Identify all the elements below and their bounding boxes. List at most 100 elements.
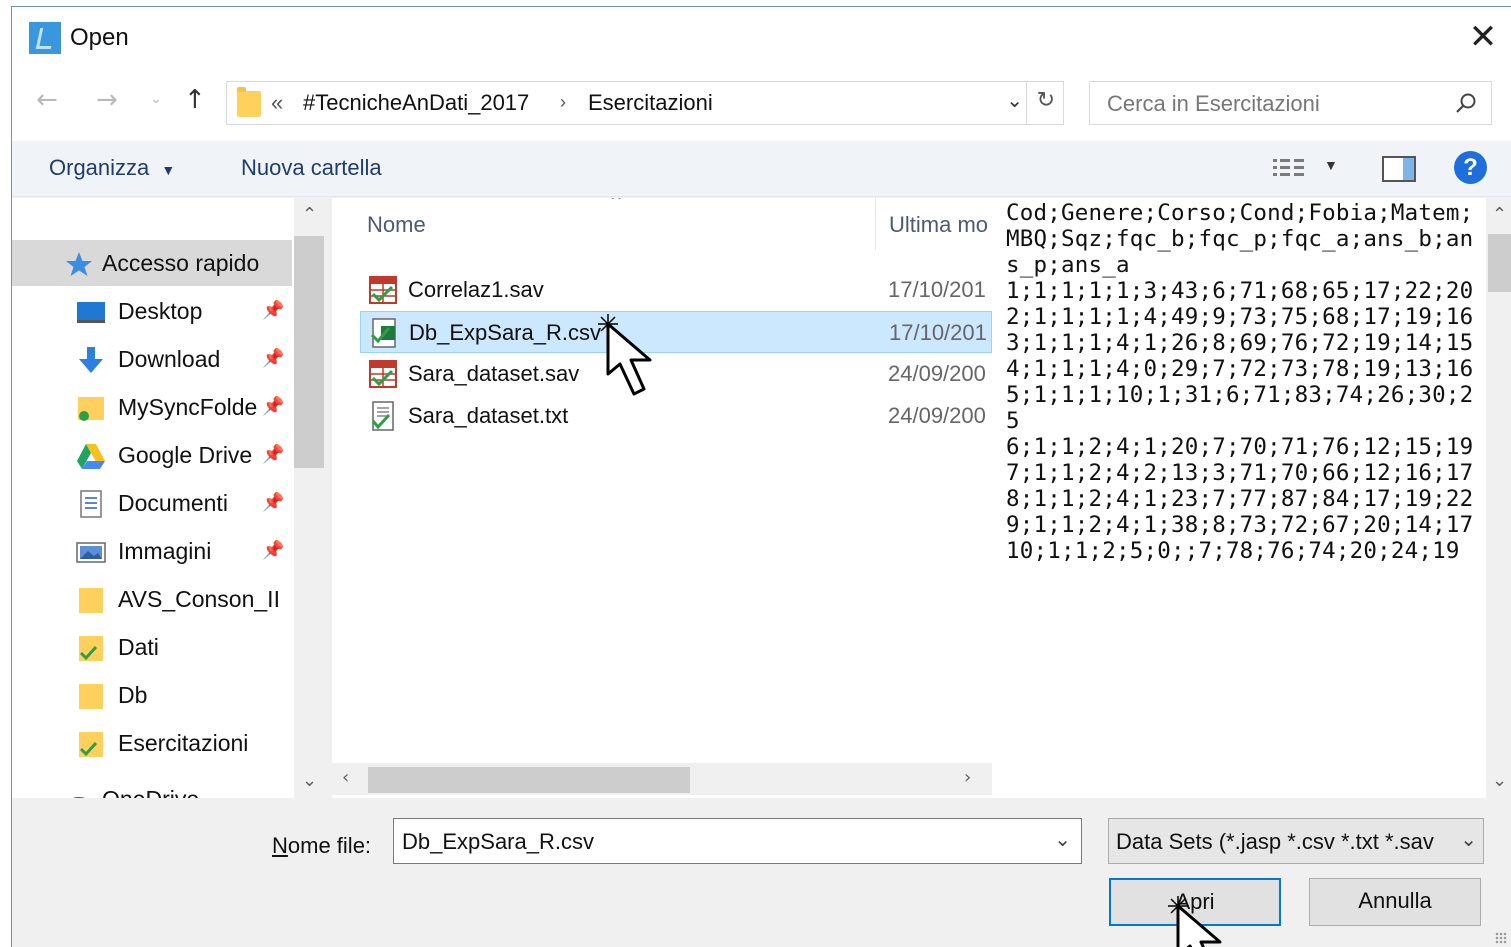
pin-icon[interactable]: 📌 bbox=[262, 444, 284, 465]
scroll-right-arrow-icon[interactable]: › bbox=[964, 767, 971, 788]
scroll-up-arrow-icon[interactable]: ⌃ bbox=[1492, 204, 1507, 225]
file-date: 24/09/200 bbox=[888, 403, 986, 428]
file-row[interactable]: Correlaz1.sav 17/10/201 bbox=[360, 269, 992, 311]
scroll-left-arrow-icon[interactable]: ‹ bbox=[342, 767, 349, 788]
organize-dropdown-icon: ▼ bbox=[161, 162, 176, 178]
sidebar-item-desktop[interactable]: Desktop 📌 bbox=[12, 288, 292, 334]
folder-check-icon bbox=[79, 732, 103, 757]
column-header-name[interactable]: Nome bbox=[367, 212, 426, 238]
folder-icon bbox=[79, 684, 103, 709]
navigation-bar: ← → ⌄ ↑ « #TecnicheAnDati_2017 › Esercit… bbox=[12, 69, 1511, 141]
documents-icon bbox=[80, 490, 102, 518]
preview-text: Cod;Genere;Corso;Cond;Fobia;Matem;MBQ;Sq… bbox=[1006, 200, 1474, 564]
sidebar-item-immagini[interactable]: Immagini 📌 bbox=[12, 528, 292, 574]
google-drive-icon bbox=[77, 444, 105, 469]
pin-icon[interactable]: 📌 bbox=[262, 396, 284, 417]
filename-value: Db_ExpSara_R.csv bbox=[402, 829, 594, 854]
back-arrow-icon[interactable]: ← bbox=[36, 85, 58, 115]
sidebar-item-label: Db bbox=[118, 682, 148, 708]
horizontal-scrollbar[interactable]: ‹ › bbox=[332, 763, 992, 795]
sidebar-item-onedrive[interactable]: OneDrive bbox=[12, 776, 292, 798]
address-bar[interactable]: « #TecnicheAnDati_2017 › Esercitazioni ⌄… bbox=[226, 81, 1064, 125]
organize-button[interactable]: Organizza ▼ bbox=[49, 155, 175, 181]
search-input[interactable]: Cerca in Esercitazioni bbox=[1089, 81, 1492, 125]
organize-label: Organizza bbox=[49, 155, 150, 180]
scrollbar-thumb[interactable] bbox=[1488, 234, 1511, 292]
search-placeholder: Cerca in Esercitazioni bbox=[1107, 91, 1320, 116]
csv-file-icon bbox=[370, 318, 396, 348]
file-date: 17/10/201 bbox=[889, 320, 987, 345]
download-icon bbox=[79, 347, 103, 373]
address-divider bbox=[1026, 82, 1027, 124]
title-bar: Open ✕ bbox=[12, 7, 1511, 69]
breadcrumb-esercitazioni[interactable]: Esercitazioni bbox=[588, 90, 713, 116]
folder-icon bbox=[78, 397, 104, 421]
sidebar-item-documenti[interactable]: Documenti 📌 bbox=[12, 480, 292, 526]
pin-icon[interactable]: 📌 bbox=[262, 540, 284, 561]
pictures-icon bbox=[76, 542, 106, 563]
file-name: Db_ExpSara_R.csv bbox=[409, 320, 601, 345]
sidebar-item-google-drive[interactable]: Google Drive 📌 bbox=[12, 432, 292, 478]
sidebar-item-avs-conson[interactable]: AVS_Conson_II bbox=[12, 576, 292, 622]
chevron-down-icon[interactable]: ⌄ bbox=[1054, 827, 1071, 852]
star-icon bbox=[66, 252, 92, 276]
preview-scrollbar[interactable]: ⌃ ⌄ bbox=[1486, 198, 1511, 798]
sidebar-item-label: Accesso rapido bbox=[102, 250, 260, 276]
filename-label-accesskey: N bbox=[272, 833, 288, 858]
sidebar-scrollbar[interactable]: ⌃ ⌄ bbox=[294, 198, 324, 798]
search-icon[interactable] bbox=[1455, 92, 1477, 114]
sidebar-item-mysyncfolder[interactable]: MySyncFolde 📌 bbox=[12, 384, 292, 430]
desktop-icon bbox=[77, 302, 105, 323]
column-divider[interactable] bbox=[875, 198, 876, 250]
sidebar-item-label: Immagini bbox=[118, 538, 212, 564]
cancel-button[interactable]: Annulla bbox=[1309, 878, 1481, 926]
command-bar: Organizza ▼ Nuova cartella ▼ ? bbox=[12, 141, 1511, 197]
scroll-down-arrow-icon[interactable]: ⌄ bbox=[1492, 770, 1507, 791]
scrollbar-thumb[interactable] bbox=[294, 236, 324, 468]
sidebar-item-esercitazioni[interactable]: Esercitazioni bbox=[12, 720, 292, 766]
pin-icon[interactable]: 📌 bbox=[262, 300, 284, 321]
sort-ascending-icon: ⌃ bbox=[607, 198, 626, 215]
resize-grip-icon[interactable] bbox=[1495, 932, 1507, 944]
pin-icon[interactable]: 📌 bbox=[262, 492, 284, 513]
folder-check-icon bbox=[79, 636, 103, 661]
scrollbar-thumb[interactable] bbox=[368, 767, 690, 793]
onedrive-icon bbox=[72, 797, 86, 798]
new-folder-button[interactable]: Nuova cartella bbox=[241, 155, 382, 181]
address-dropdown-icon[interactable]: ⌄ bbox=[1006, 88, 1023, 113]
view-dropdown-icon[interactable]: ▼ bbox=[1324, 157, 1338, 173]
view-options-icon[interactable] bbox=[1272, 157, 1306, 183]
breadcrumb-separator-icon[interactable]: › bbox=[560, 92, 566, 113]
breadcrumb-tecniche[interactable]: #TecnicheAnDati_2017 bbox=[303, 90, 529, 116]
help-icon[interactable]: ? bbox=[1454, 151, 1487, 184]
sidebar-item-db[interactable]: Db bbox=[12, 672, 292, 718]
scroll-down-arrow-icon[interactable]: ⌄ bbox=[302, 770, 317, 791]
click-cursor-icon bbox=[1168, 896, 1222, 947]
column-header-modified[interactable]: Ultima mo bbox=[889, 212, 988, 238]
folder-icon bbox=[237, 87, 261, 117]
recent-locations-chevron-icon[interactable]: ⌄ bbox=[150, 91, 162, 107]
sidebar-item-label: Desktop bbox=[118, 298, 203, 324]
sav-file-icon bbox=[369, 360, 397, 388]
filename-label: Nome file: bbox=[272, 833, 371, 859]
sidebar-item-quick-access[interactable]: Accesso rapido bbox=[12, 240, 292, 286]
up-arrow-icon[interactable]: ↑ bbox=[184, 85, 206, 115]
forward-arrow-icon[interactable]: → bbox=[96, 85, 118, 115]
close-icon[interactable]: ✕ bbox=[1463, 17, 1503, 57]
file-name: Sara_dataset.sav bbox=[408, 361, 580, 386]
sidebar-item-label: Download bbox=[118, 346, 221, 372]
pin-icon[interactable]: 📌 bbox=[262, 348, 284, 369]
sidebar-item-dati[interactable]: Dati bbox=[12, 624, 292, 670]
chevron-down-icon[interactable]: ⌄ bbox=[1456, 827, 1477, 852]
scroll-up-arrow-icon[interactable]: ⌃ bbox=[302, 204, 317, 225]
refresh-icon[interactable]: ↻ bbox=[1037, 88, 1055, 113]
file-name: Sara_dataset.txt bbox=[408, 403, 569, 428]
file-list: ⌃ Nome Ultima mo Correlaz1.sav 17/10/201… bbox=[332, 198, 992, 798]
sidebar-item-download[interactable]: Download 📌 bbox=[12, 336, 292, 382]
open-dialog: Open ✕ ← → ⌄ ↑ « #TecnicheAnDati_2017 › … bbox=[11, 6, 1511, 947]
overflow-chevrons-icon[interactable]: « bbox=[271, 90, 283, 116]
filename-label-text: ome file: bbox=[287, 833, 372, 858]
filename-input[interactable]: Db_ExpSara_R.csv ⌄ bbox=[393, 818, 1082, 864]
preview-pane-icon[interactable] bbox=[1382, 156, 1416, 182]
file-type-select[interactable]: Data Sets (*.jasp *.csv *.txt *.sav ⌄ bbox=[1108, 818, 1484, 864]
